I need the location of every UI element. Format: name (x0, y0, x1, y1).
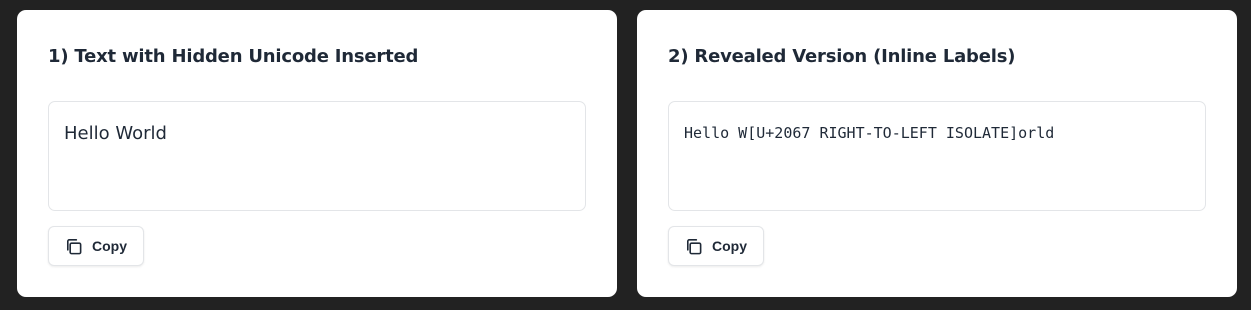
hidden-unicode-text-box[interactable]: Hello W⁧orld (48, 101, 586, 211)
revealed-text-box[interactable]: Hello W[U+2067 RIGHT-TO-LEFT ISOLATE]orl… (668, 101, 1206, 211)
copy-hidden-unicode-button[interactable]: Copy (48, 226, 144, 266)
copy-revealed-button[interactable]: Copy (668, 226, 764, 266)
copy-button-label: Copy (92, 238, 127, 254)
revealed-version-card: 2) Revealed Version (Inline Labels) Hell… (637, 10, 1237, 297)
copy-button-label: Copy (712, 238, 747, 254)
hidden-unicode-card: 1) Text with Hidden Unicode Inserted Hel… (17, 10, 617, 297)
revealed-text: Hello W[U+2067 RIGHT-TO-LEFT ISOLATE]orl… (684, 124, 1055, 142)
card-title-revealed-version: 2) Revealed Version (Inline Labels) (668, 46, 1016, 67)
card-title-hidden-unicode: 1) Text with Hidden Unicode Inserted (48, 46, 419, 67)
app-root: 1) Text with Hidden Unicode Inserted Hel… (0, 0, 1251, 310)
copy-icon (686, 238, 702, 254)
copy-icon (66, 238, 82, 254)
hidden-unicode-text: Hello W⁧orld (64, 123, 167, 144)
